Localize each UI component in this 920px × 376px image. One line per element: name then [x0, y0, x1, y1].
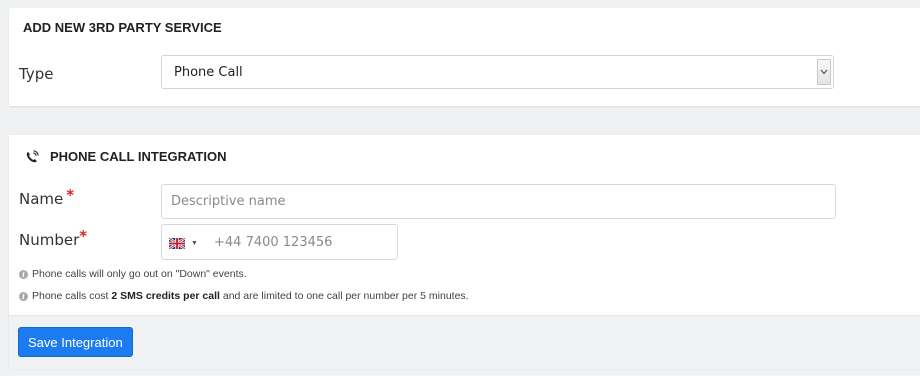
note-sms-prefix: Phone calls cost [32, 290, 112, 302]
type-select[interactable]: Phone Call [161, 55, 834, 89]
required-marker: * [66, 186, 75, 204]
note-down-events: i Phone calls will only go out on "Down"… [19, 268, 247, 280]
chevron-down-icon[interactable] [817, 59, 831, 85]
number-label-text: Number [19, 231, 80, 249]
name-label-text: Name [19, 190, 64, 208]
name-input[interactable] [161, 184, 836, 219]
integration-title: PHONE CALL INTEGRATION [50, 149, 227, 164]
type-select-value: Phone Call [174, 65, 243, 80]
save-integration-button[interactable]: Save Integration [18, 327, 133, 357]
note-sms-bold: 2 SMS credits per call [111, 290, 220, 302]
phone-number-field: ▼ [161, 224, 398, 260]
country-select-button[interactable]: ▼ [169, 236, 198, 250]
add-service-panel: ADD NEW 3RD PARTY SERVICE Type Phone Cal… [9, 8, 920, 106]
note-sms-credits: i Phone calls cost 2 SMS credits per cal… [19, 290, 469, 302]
integration-header: PHONE CALL INTEGRATION [25, 149, 226, 164]
add-service-title: ADD NEW 3RD PARTY SERVICE [23, 20, 222, 35]
phone-ringing-icon [26, 149, 39, 162]
type-label: Type [19, 65, 54, 83]
required-marker: * [79, 227, 88, 245]
phone-integration-panel: PHONE CALL INTEGRATION Name* Number* ▼ i… [9, 135, 920, 369]
panel-footer: Save Integration [9, 315, 920, 369]
note-down-events-text: Phone calls will only go out on "Down" e… [32, 268, 247, 280]
phone-number-input[interactable] [206, 227, 391, 257]
number-label: Number* [19, 227, 87, 249]
note-sms-suffix: and are limited to one call per number p… [219, 290, 469, 302]
uk-flag-icon [169, 237, 185, 249]
info-icon: i [19, 269, 28, 279]
info-icon: i [19, 291, 28, 301]
name-label: Name * [19, 186, 74, 208]
dropdown-arrow-icon: ▼ [191, 239, 198, 247]
